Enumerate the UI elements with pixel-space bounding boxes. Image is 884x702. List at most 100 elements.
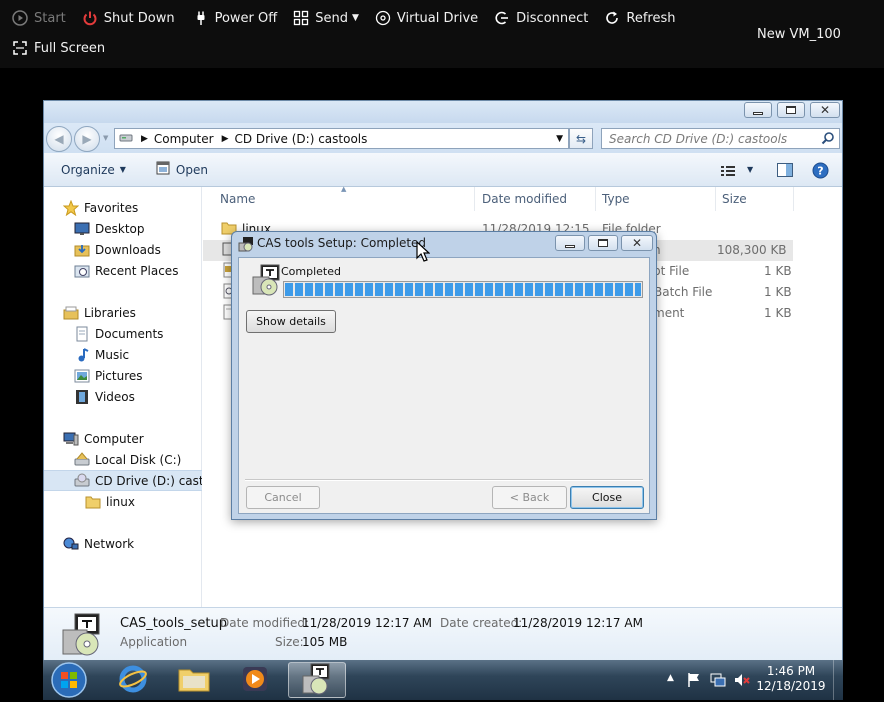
nav-label: Recent Places [95, 263, 179, 278]
address-dropdown-icon[interactable]: ▼ [556, 134, 563, 144]
taskbar-internet-explorer[interactable] [104, 662, 162, 698]
show-desktop-button[interactable] [833, 660, 843, 700]
nav-pictures[interactable]: Pictures [44, 365, 202, 386]
breadcrumb-separator-icon: ▶ [141, 133, 148, 144]
open-button[interactable]: Open [156, 161, 208, 178]
svg-text:?: ? [817, 165, 823, 178]
show-details-button[interactable]: Show details [246, 310, 336, 333]
address-bar[interactable]: ▶ Computer ▶ CD Drive (D:) castools ▼ [114, 128, 569, 149]
drive-icon [119, 130, 133, 147]
taskbar-file-explorer[interactable] [165, 662, 223, 698]
nav-cd-drive[interactable]: CD Drive (D:) castoo [44, 470, 202, 491]
details-kind: Application [120, 635, 188, 649]
vm-toolbar-row-2: Full Screen [0, 38, 107, 58]
dialog-restore-button[interactable] [588, 235, 618, 251]
dialog-minimize-button[interactable] [555, 235, 585, 251]
details-date-modified-label: Date modified: [220, 616, 310, 630]
taskbar-setup-app[interactable] [288, 662, 346, 698]
back-arrow-icon: ◀ [54, 132, 64, 146]
nav-libraries[interactable]: Libraries [44, 302, 202, 323]
minimize-button[interactable] [744, 102, 772, 118]
start-orb-button[interactable] [49, 661, 89, 699]
search-input[interactable]: Search CD Drive (D:) castools [601, 128, 840, 149]
nav-label: Computer [84, 431, 144, 446]
computer-icon [63, 431, 79, 447]
refresh-button[interactable]: Refresh [604, 10, 675, 26]
taskbar-media-player[interactable] [226, 662, 284, 698]
nav-videos[interactable]: Videos [44, 386, 202, 407]
send-icon [293, 10, 309, 26]
breadcrumb-cd-drive[interactable]: CD Drive (D:) castools [235, 132, 368, 146]
send-button[interactable]: Send ▼ [293, 10, 359, 26]
power-off-button[interactable]: Power Off [193, 10, 277, 26]
power-icon [82, 10, 98, 26]
nav-label: Desktop [95, 221, 145, 236]
sort-arrow-icon: ▲ [341, 185, 347, 193]
vm-name: New VM_100 [757, 27, 841, 42]
nav-label: Network [84, 536, 135, 551]
back-label: < Back [509, 491, 550, 504]
nav-downloads[interactable]: Downloads [44, 239, 202, 260]
network-icon [63, 536, 79, 552]
open-app-icon [156, 161, 170, 178]
volume-muted-icon[interactable] [734, 672, 750, 688]
pictures-icon [74, 368, 90, 384]
nav-documents[interactable]: Documents [44, 323, 202, 344]
music-note-icon [74, 347, 90, 363]
nav-linux-folder[interactable]: linux [44, 491, 202, 512]
column-header-date-modified[interactable]: Date modified [475, 187, 596, 211]
address-refresh-button[interactable]: ⇆ [569, 128, 593, 149]
file-type: pt File [653, 264, 690, 278]
organize-button[interactable]: Organize ▼ [61, 163, 126, 177]
virtual-drive-label: Virtual Drive [396, 10, 479, 26]
cancel-button[interactable]: Cancel [246, 486, 320, 509]
navigation-pane: Favorites Desktop Downloads Recent Place… [44, 187, 202, 607]
view-chevron-down-icon[interactable]: ▼ [747, 165, 753, 174]
chevron-down-icon: ▼ [351, 13, 359, 23]
close-button[interactable]: Close [570, 486, 644, 509]
shut-down-label: Shut Down [103, 10, 175, 26]
disconnect-button[interactable]: Disconnect [494, 10, 588, 26]
recent-pages-chevron-icon[interactable]: ▼ [103, 134, 108, 142]
nav-label: Pictures [95, 368, 143, 383]
preview-pane-icon[interactable] [777, 163, 793, 180]
full-screen-icon [12, 40, 28, 56]
nav-label: Documents [95, 326, 164, 341]
dialog-close-x-button[interactable]: ✕ [621, 235, 653, 251]
nav-computer[interactable]: Computer [44, 428, 202, 449]
taskbar: ▲ 1:46 PM 12/18/2019 [43, 660, 843, 700]
organize-label: Organize [61, 162, 115, 177]
nav-recent-places[interactable]: Recent Places [44, 260, 202, 281]
network-status-icon[interactable] [710, 672, 726, 688]
full-screen-button[interactable]: Full Screen [12, 40, 105, 56]
show-hidden-icons-icon[interactable]: ▲ [667, 673, 674, 683]
nav-desktop[interactable]: Desktop [44, 218, 202, 239]
help-icon[interactable]: ? [812, 162, 829, 182]
minimize-icon [753, 111, 763, 115]
back-button[interactable]: ◀ [46, 126, 72, 152]
view-options-icon[interactable] [721, 165, 735, 179]
column-header-name[interactable]: ▲ Name [203, 185, 475, 211]
clock-date: 12/18/2019 [756, 679, 826, 693]
taskbar-clock[interactable]: 1:46 PM 12/18/2019 [751, 664, 831, 694]
window-close-button[interactable]: ✕ [810, 102, 840, 118]
shut-down-button[interactable]: Shut Down [82, 10, 175, 26]
breadcrumb-computer[interactable]: Computer [154, 132, 214, 146]
forward-button[interactable]: ▶ [74, 126, 100, 152]
virtual-drive-button[interactable]: Virtual Drive [375, 10, 478, 26]
cancel-label: Cancel [264, 491, 302, 504]
nav-network[interactable]: Network [44, 533, 202, 554]
progress-fill [285, 283, 641, 296]
file-size: 108,300 KB [717, 243, 787, 257]
nav-music[interactable]: Music [44, 344, 202, 365]
show-details-label: Show details [256, 315, 326, 328]
back-button[interactable]: < Back [492, 486, 567, 509]
nav-local-disk[interactable]: Local Disk (C:) [44, 449, 202, 470]
column-header-size[interactable]: Size [716, 187, 794, 211]
nav-favorites[interactable]: Favorites [44, 197, 202, 218]
details-pane: CAS_tools_setup Application Date modifie… [44, 607, 842, 661]
action-center-flag-icon[interactable] [686, 672, 702, 688]
start-button[interactable]: Start [12, 10, 66, 26]
column-header-type[interactable]: Type [596, 187, 716, 211]
restore-button[interactable] [777, 102, 805, 118]
